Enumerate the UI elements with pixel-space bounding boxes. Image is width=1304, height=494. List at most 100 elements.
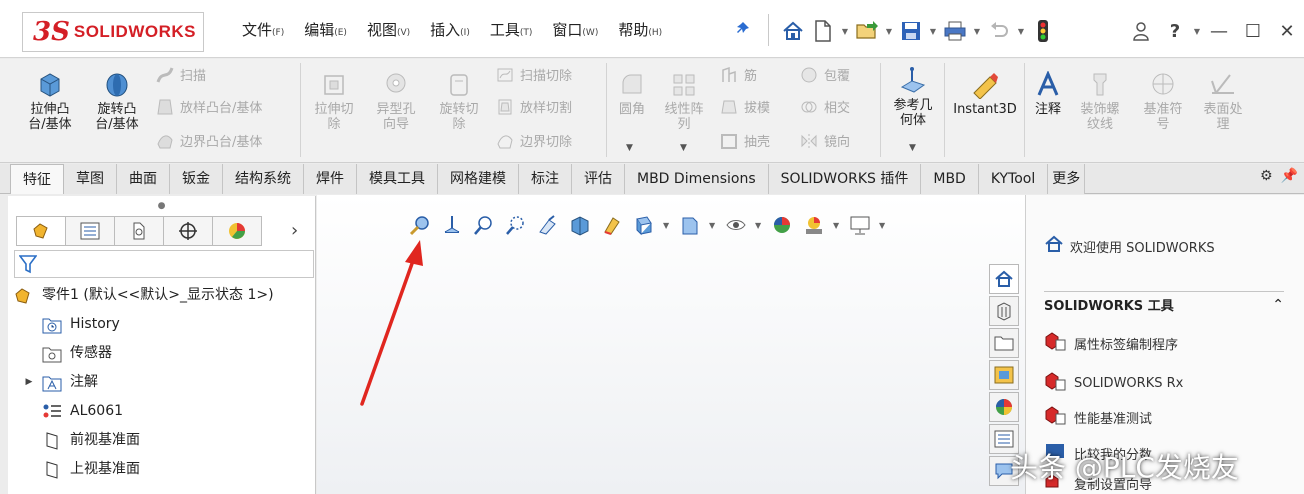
tab-mold-tools[interactable]: 模具工具 [357, 164, 438, 194]
menu-tools[interactable]: 工具(T) [480, 18, 543, 42]
tree-root-part[interactable]: 零件1 (默认<<默认>_显示状态 1>) [8, 281, 315, 310]
eye-visibility-icon[interactable] [723, 212, 749, 238]
lofted-cut-button[interactable]: 放样切割 [496, 97, 572, 116]
new-dropdown-icon[interactable]: ▼ [840, 27, 850, 36]
undo-icon[interactable] [986, 17, 1012, 45]
tree-item-top-plane[interactable]: 上视基准面 [8, 455, 315, 484]
datum-feature-button[interactable]: 基准符 号 [1136, 71, 1190, 132]
edit-appearance-icon[interactable] [677, 212, 703, 238]
appearances-scenes-icon[interactable] [989, 392, 1019, 422]
swept-cut-button[interactable]: 扫描切除 [496, 65, 572, 84]
tree-item-sensors[interactable]: 传感器 [8, 339, 315, 368]
pin-menu-icon[interactable] [733, 20, 753, 40]
previous-view-icon[interactable] [471, 212, 497, 238]
fillet-button[interactable]: 圆角 [612, 71, 652, 117]
tab-sheet-metal[interactable]: 钣金 [170, 164, 223, 194]
tab-weldments[interactable]: 焊件 [304, 164, 357, 194]
tab-solidworks-addins[interactable]: SOLIDWORKS 插件 [768, 164, 922, 194]
tree-filter[interactable] [14, 250, 314, 278]
display-style-icon[interactable] [599, 212, 625, 238]
tools-section-header[interactable]: SOLIDWORKS 工具 ⌃ [1044, 291, 1284, 317]
hud-dropdown-icon[interactable]: ▼ [709, 221, 717, 230]
view-orientation-icon[interactable] [567, 212, 593, 238]
tab-surfaces[interactable]: 曲面 [117, 164, 170, 194]
tree-item-front-plane[interactable]: 前视基准面 [8, 426, 315, 455]
hud-dropdown-icon[interactable]: ▼ [833, 221, 841, 230]
feature-tree-tab[interactable] [16, 216, 66, 246]
panel-grip[interactable]: ● [8, 196, 315, 216]
intersect-button[interactable]: 相交 [800, 97, 850, 116]
dimxpert-tab[interactable] [163, 216, 213, 246]
revolve-cut-button[interactable]: 旋转切 除 [432, 71, 486, 132]
view-palette-icon[interactable] [989, 360, 1019, 390]
user-icon[interactable] [1124, 16, 1158, 46]
file-explorer-icon[interactable] [989, 328, 1019, 358]
configuration-manager-tab[interactable] [114, 216, 164, 246]
solidworks-logo[interactable]: 3S SOLIDWORKS [22, 12, 204, 52]
tab-features[interactable]: 特征 [10, 164, 64, 194]
linear-pattern-button[interactable]: 线性阵 列 [656, 71, 712, 132]
menu-window[interactable]: 窗口(W) [542, 18, 608, 42]
help-icon[interactable]: ? [1158, 16, 1192, 46]
tab-more[interactable]: 更多 [1048, 164, 1086, 194]
wrap-button[interactable]: 包覆 [800, 65, 850, 84]
mirror-button[interactable]: 镜向 [800, 131, 850, 150]
pin-tabs-icon[interactable]: 📌 [1281, 168, 1298, 184]
new-document-icon[interactable] [810, 17, 836, 45]
maximize-icon[interactable]: ☐ [1236, 16, 1270, 46]
scene-lights-icon[interactable] [801, 212, 827, 238]
chevron-right-icon[interactable]: › [291, 216, 311, 246]
options-gear-icon[interactable]: ⚙ [1260, 168, 1273, 184]
menu-file[interactable]: 文件(F) [232, 18, 294, 42]
home-icon[interactable] [780, 17, 806, 45]
display-manager-tab[interactable] [212, 216, 262, 246]
tree-item-history[interactable]: History [8, 310, 315, 339]
print-icon[interactable] [942, 17, 968, 45]
save-icon[interactable] [898, 17, 924, 45]
help-dropdown-icon[interactable]: ▼ [1192, 27, 1202, 36]
zoom-to-fit-icon[interactable] [407, 212, 433, 238]
performance-benchmark-link[interactable]: 性能基准测试 [1044, 405, 1152, 429]
boundary-boss-button[interactable]: 边界凸台/基体 [156, 131, 262, 150]
pattern-dropdown-icon[interactable]: ▼ [680, 143, 687, 153]
hud-dropdown-icon[interactable]: ▼ [879, 221, 887, 230]
surface-finish-button[interactable]: 表面处 理 [1196, 71, 1250, 132]
revolve-boss-button[interactable]: 旋转凸 台/基体 [88, 71, 146, 132]
tab-evaluate[interactable]: 评估 [572, 164, 625, 194]
hide-show-items-icon[interactable] [631, 212, 657, 238]
design-library-icon[interactable] [989, 296, 1019, 326]
minimize-icon[interactable]: — [1202, 16, 1236, 46]
annotation-button[interactable]: 注释 [1030, 71, 1066, 117]
tab-mesh-modeling[interactable]: 网格建模 [438, 164, 519, 194]
task-pane-home-icon[interactable] [989, 264, 1019, 294]
tab-structure-system[interactable]: 结构系统 [223, 164, 304, 194]
save-dropdown-icon[interactable]: ▼ [928, 27, 938, 36]
shell-button[interactable]: 抽壳 [720, 131, 770, 150]
close-icon[interactable]: ✕ [1270, 16, 1304, 46]
dynamic-annotation-icon[interactable] [535, 212, 561, 238]
cosmetic-thread-button[interactable]: 装饰螺 纹线 [1070, 71, 1130, 132]
open-dropdown-icon[interactable]: ▼ [884, 27, 894, 36]
extrude-boss-button[interactable]: 拉伸凸 台/基体 [22, 71, 78, 132]
boundary-cut-button[interactable]: 边界切除 [496, 131, 572, 150]
tab-mbd-dimensions[interactable]: MBD Dimensions [625, 164, 769, 194]
tree-item-annotations[interactable]: ▶ 注解 [8, 368, 315, 397]
expand-arrow-icon[interactable]: ▶ [16, 368, 42, 397]
solidworks-rx-link[interactable]: SOLIDWORKS Rx [1044, 371, 1183, 395]
ref-geometry-dropdown-icon[interactable]: ▼ [909, 143, 916, 153]
rebuild-traffic-light-icon[interactable] [1030, 17, 1056, 45]
section-view-icon[interactable] [503, 212, 529, 238]
open-folder-icon[interactable] [854, 17, 880, 45]
welcome-link[interactable]: 欢迎使用 SOLIDWORKS [1044, 235, 1215, 257]
hud-dropdown-icon[interactable]: ▼ [663, 221, 671, 230]
menu-insert[interactable]: 插入(I) [420, 18, 480, 42]
hud-dropdown-icon[interactable]: ▼ [755, 221, 763, 230]
hole-wizard-button[interactable]: 异型孔 向导 [368, 71, 424, 132]
menu-view[interactable]: 视图(V) [357, 18, 420, 42]
menu-help[interactable]: 帮助(H) [608, 18, 672, 42]
property-manager-tab[interactable] [65, 216, 115, 246]
fillet-dropdown-icon[interactable]: ▼ [626, 143, 633, 153]
loft-button[interactable]: 放样凸台/基体 [156, 97, 262, 116]
apply-scene-icon[interactable] [769, 212, 795, 238]
tab-kytool[interactable]: KYTool [978, 164, 1049, 194]
